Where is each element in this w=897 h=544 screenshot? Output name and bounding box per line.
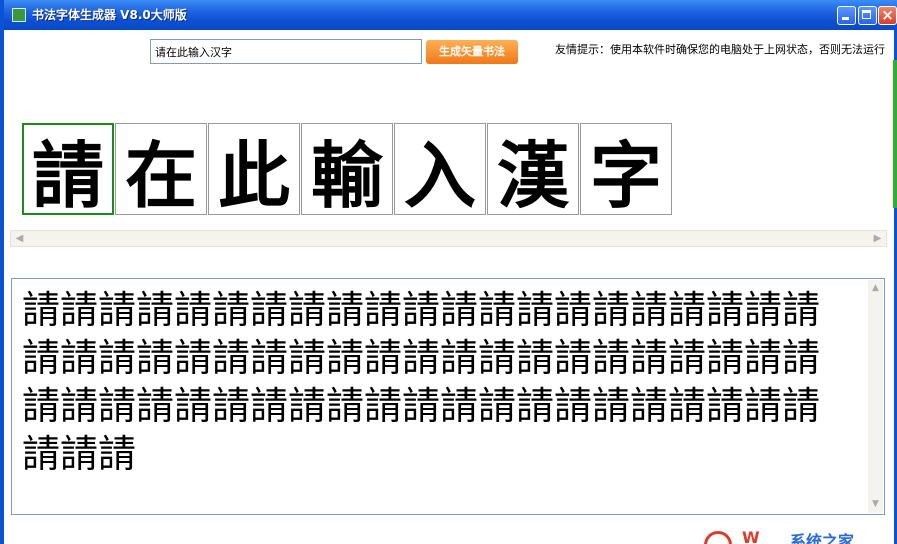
chinese-text-input[interactable]: 请在此输入汉字: [150, 39, 422, 64]
char-cell[interactable]: 入: [394, 123, 486, 215]
char-cell[interactable]: 請: [22, 123, 114, 215]
window-title: 书法字体生成器 V8.0大师版: [32, 8, 187, 22]
vertical-scrollbar[interactable]: ▲ ▼: [868, 280, 883, 513]
calligraphy-char-row: 請 在 此 輸 入 漢 字: [22, 123, 673, 216]
maximize-button[interactable]: [858, 6, 877, 25]
tip-text: 友情提示：使用本软件时确保您的电脑处于上网状态，否则无法运行: [555, 43, 885, 56]
font-variants-panel[interactable]: 請請請請請請請請請請請請請請請請請請請請請請請請請請請請請請請請請請請請請請請請…: [11, 278, 885, 515]
watermark: W 系统之家: [700, 525, 897, 544]
watermark-text: 系统之家: [790, 532, 855, 544]
char-cell[interactable]: 在: [115, 123, 207, 215]
scroll-up-icon[interactable]: ▲: [870, 283, 881, 294]
char-cell[interactable]: 輸: [301, 123, 393, 215]
app-icon: [12, 8, 26, 22]
watermark-w-icon: W: [742, 528, 760, 544]
close-icon: ×: [881, 6, 894, 24]
side-accent: [893, 60, 897, 208]
char-cell[interactable]: 字: [580, 123, 672, 215]
horizontal-scrollbar[interactable]: ◀ ▶: [10, 230, 887, 247]
char-cell[interactable]: 此: [208, 123, 300, 215]
char-cell[interactable]: 漢: [487, 123, 579, 215]
title-bar[interactable]: 书法字体生成器 V8.0大师版 ×: [4, 0, 897, 30]
generate-vector-calligraphy-button[interactable]: 生成矢量书法: [426, 40, 518, 64]
scroll-right-icon[interactable]: ▶: [872, 233, 883, 244]
watermark-logo-icon: [704, 531, 732, 544]
scroll-left-icon[interactable]: ◀: [14, 233, 25, 244]
close-button[interactable]: ×: [878, 6, 897, 25]
font-variants-text[interactable]: 請請請請請請請請請請請請請請請請請請請請請請請請請請請請請請請請請請請請請請請請…: [22, 286, 857, 478]
minimize-button[interactable]: [837, 6, 856, 25]
scroll-down-icon[interactable]: ▼: [870, 499, 881, 510]
